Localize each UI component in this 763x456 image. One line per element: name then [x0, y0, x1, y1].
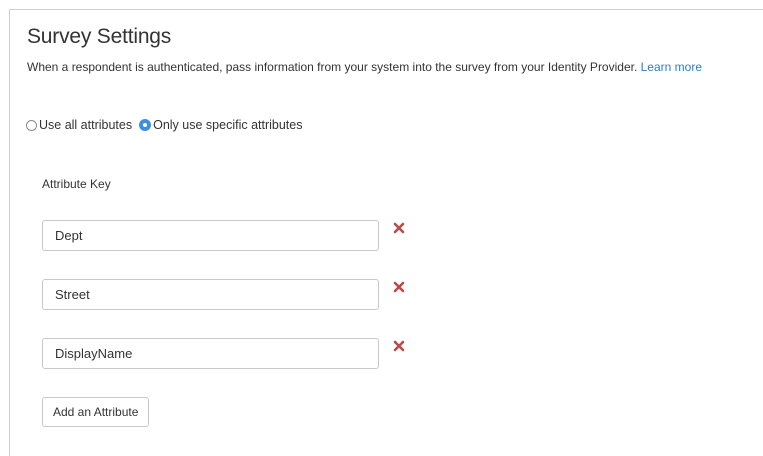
attribute-mode-radio-group: Use all attributes Only use specific att… — [26, 118, 309, 132]
remove-x-icon[interactable] — [393, 222, 405, 234]
description-text: When a respondent is authenticated, pass… — [27, 60, 641, 74]
learn-more-link[interactable]: Learn more — [641, 60, 702, 74]
radio-only-specific-attributes[interactable]: Only use specific attributes — [139, 118, 302, 132]
add-attribute-button[interactable]: Add an Attribute — [42, 397, 150, 427]
page-title: Survey Settings — [27, 25, 172, 48]
radio-label: Only use specific attributes — [153, 118, 303, 132]
remove-x-icon[interactable] — [393, 281, 405, 293]
attribute-row — [42, 220, 422, 252]
radio-label: Use all attributes — [39, 118, 133, 132]
radio-use-all-attributes[interactable]: Use all attributes — [26, 118, 132, 132]
remove-x-icon[interactable] — [393, 340, 405, 352]
attribute-key-input[interactable] — [42, 338, 379, 369]
description: When a respondent is authenticated, pass… — [27, 58, 742, 77]
attribute-key-input[interactable] — [42, 279, 379, 310]
attribute-row — [42, 279, 422, 311]
attribute-key-input[interactable] — [42, 220, 379, 251]
attribute-key-label: Attribute Key — [42, 177, 111, 191]
attribute-row — [42, 338, 422, 370]
radio-checked-icon[interactable] — [139, 119, 152, 131]
radio-unchecked-icon[interactable] — [26, 119, 37, 131]
